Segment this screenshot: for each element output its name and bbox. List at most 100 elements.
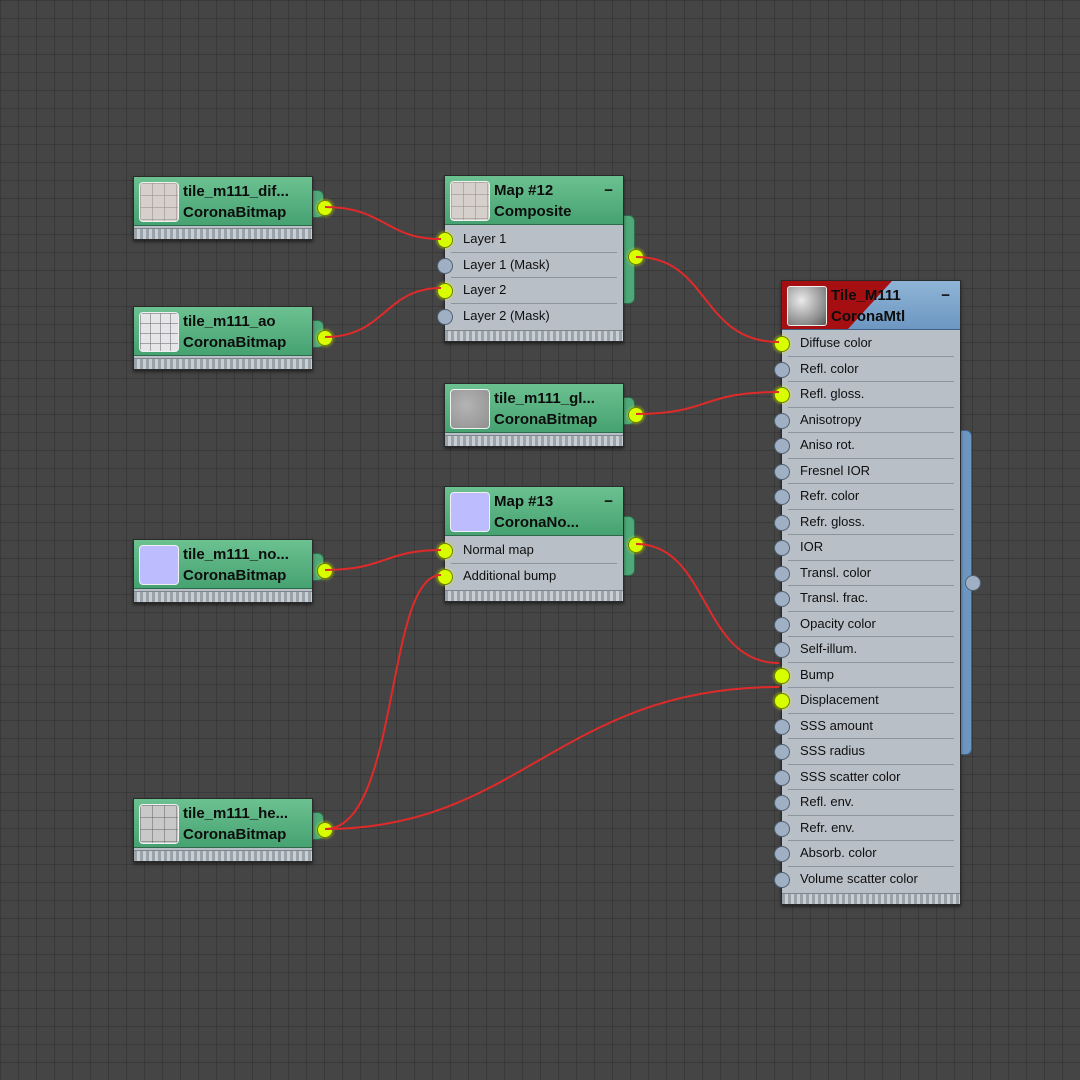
input-socket[interactable] [774, 667, 790, 684]
input-socket[interactable] [437, 568, 453, 585]
texture-thumbnail [139, 182, 179, 222]
input-socket[interactable] [774, 616, 790, 633]
input-socket[interactable] [774, 565, 790, 582]
node-normal-bitmap[interactable]: tile_m111_no... CoronaBitmap [133, 539, 333, 603]
input-socket[interactable] [774, 514, 790, 531]
node-height-bitmap[interactable]: tile_m111_he... CoronaBitmap [133, 798, 333, 862]
slot-refr-env[interactable]: Refr. env. [774, 816, 954, 841]
input-socket[interactable] [774, 489, 790, 505]
input-socket[interactable] [774, 642, 790, 658]
wire-normal-to-normalmap[interactable] [324, 549, 442, 571]
slot-displacement[interactable]: Displacement [774, 688, 954, 714]
wire-normalmap-to-bump[interactable] [635, 543, 780, 664]
node-footer [134, 358, 312, 369]
output-socket[interactable] [628, 407, 644, 423]
slot-refl-gloss[interactable]: Refl. gloss. [774, 382, 954, 408]
input-socket[interactable] [774, 412, 790, 429]
slot-refr-gloss[interactable]: Refr. gloss. [774, 510, 954, 535]
slot-transl-frac[interactable]: Transl. frac. [774, 586, 954, 612]
slot-label: Refl. color [800, 360, 859, 376]
slot-volume-scatter-color[interactable]: Volume scatter color [774, 867, 954, 892]
slot-additional-bump[interactable]: Additional bump [437, 564, 617, 589]
slot-refr-color[interactable]: Refr. color [774, 484, 954, 510]
slot-anisotropy[interactable]: Anisotropy [774, 408, 954, 433]
input-socket[interactable] [774, 361, 790, 378]
slot-refl-color[interactable]: Refl. color [774, 357, 954, 382]
slot-normal-map[interactable]: Normal map [437, 538, 617, 564]
wire-diffuse-to-layer1[interactable] [324, 206, 442, 240]
slot-ior[interactable]: IOR [774, 535, 954, 561]
slot-label: Refl. env. [800, 794, 854, 809]
wire-height-to-displacement[interactable] [324, 686, 780, 830]
slot-layer-1[interactable]: Layer 1 [437, 227, 617, 253]
slot-label: Fresnel IOR [800, 462, 871, 478]
slot-absorb-color[interactable]: Absorb. color [774, 841, 954, 867]
input-socket[interactable] [774, 438, 790, 454]
slot-refl-env[interactable]: Refl. env. [774, 790, 954, 816]
input-socket[interactable] [774, 846, 790, 862]
node-diffuse-bitmap[interactable]: tile_m111_dif... CoronaBitmap [133, 176, 333, 240]
slot-sss-amount[interactable]: SSS amount [774, 714, 954, 739]
node-footer [445, 435, 623, 446]
output-socket[interactable] [628, 249, 644, 265]
node-corona-material[interactable]: Tile_M111 CoronaMtl − Diffuse color Refl… [774, 280, 981, 905]
output-socket[interactable] [317, 200, 333, 216]
slot-sss-radius[interactable]: SSS radius [774, 739, 954, 765]
input-socket[interactable] [774, 336, 790, 352]
slot-transl-color[interactable]: Transl. color [774, 561, 954, 586]
node-gloss-bitmap[interactable]: tile_m111_gl... CoronaBitmap [444, 383, 644, 447]
slot-opacity-color[interactable]: Opacity color [774, 612, 954, 637]
slot-layer-2[interactable]: Layer 2 [437, 278, 617, 304]
wire-height-to-addbump[interactable] [324, 574, 442, 830]
slot-layer-1-mask[interactable]: Layer 1 (Mask) [437, 253, 617, 278]
input-socket[interactable] [437, 232, 453, 248]
node-corona-normal-map[interactable]: Map #13 CoronaNo... − Normal map Additio… [437, 486, 644, 602]
input-socket[interactable] [774, 820, 790, 837]
material-output-socket[interactable] [965, 575, 981, 591]
input-socket[interactable] [437, 543, 453, 559]
slot-label: Refr. env. [800, 819, 855, 835]
node-composite-map[interactable]: Map #12 Composite − Layer 1 Layer 1 (Mas… [437, 175, 644, 342]
slot-fresnel-ior[interactable]: Fresnel IOR [774, 459, 954, 484]
input-socket[interactable] [774, 463, 790, 480]
input-socket[interactable] [774, 795, 790, 811]
collapse-button[interactable]: − [604, 182, 613, 199]
output-socket[interactable] [317, 563, 333, 579]
collapse-button[interactable]: − [604, 493, 613, 510]
node-type: CoronaBitmap [183, 826, 287, 843]
slot-label: SSS scatter color [800, 768, 901, 784]
slot-label: Anisotropy [800, 411, 862, 427]
output-socket[interactable] [317, 330, 333, 346]
input-socket[interactable] [774, 693, 790, 709]
input-socket[interactable] [774, 591, 790, 607]
input-socket[interactable] [774, 540, 790, 556]
input-socket[interactable] [774, 387, 790, 403]
wire-ao-to-layer2[interactable] [324, 287, 442, 338]
node-ao-bitmap[interactable]: tile_m111_ao CoronaBitmap [133, 306, 333, 370]
output-socket[interactable] [317, 822, 333, 838]
texture-thumbnail [139, 312, 179, 352]
input-socket[interactable] [774, 718, 790, 735]
output-socket[interactable] [628, 537, 644, 553]
node-footer [134, 591, 312, 602]
slot-diffuse-color[interactable]: Diffuse color [774, 331, 954, 357]
wire-composite-to-diffuse[interactable] [635, 256, 780, 343]
slot-self-illum[interactable]: Self-illum. [774, 637, 954, 663]
input-socket[interactable] [437, 257, 453, 274]
collapse-button[interactable]: − [941, 287, 950, 304]
wire-gloss-to-reflgloss[interactable] [635, 391, 780, 415]
input-socket[interactable] [774, 769, 790, 786]
input-socket[interactable] [437, 283, 453, 299]
slot-layer-2-mask[interactable]: Layer 2 (Mask) [437, 304, 617, 329]
input-socket[interactable] [774, 744, 790, 760]
slot-label: Volume scatter color [800, 870, 918, 886]
slot-aniso-rot[interactable]: Aniso rot. [774, 433, 954, 459]
slot-bump[interactable]: Bump [774, 663, 954, 688]
slot-sss-scatter-color[interactable]: SSS scatter color [774, 765, 954, 790]
input-socket[interactable] [774, 871, 790, 888]
node-editor-canvas[interactable]: tile_m111_dif... CoronaBitmap tile_m111_… [0, 0, 1080, 1080]
input-socket[interactable] [437, 308, 453, 325]
slot-label: Absorb. color [800, 845, 877, 860]
node-name: tile_m111_ao [183, 313, 276, 330]
node-footer [445, 590, 623, 601]
